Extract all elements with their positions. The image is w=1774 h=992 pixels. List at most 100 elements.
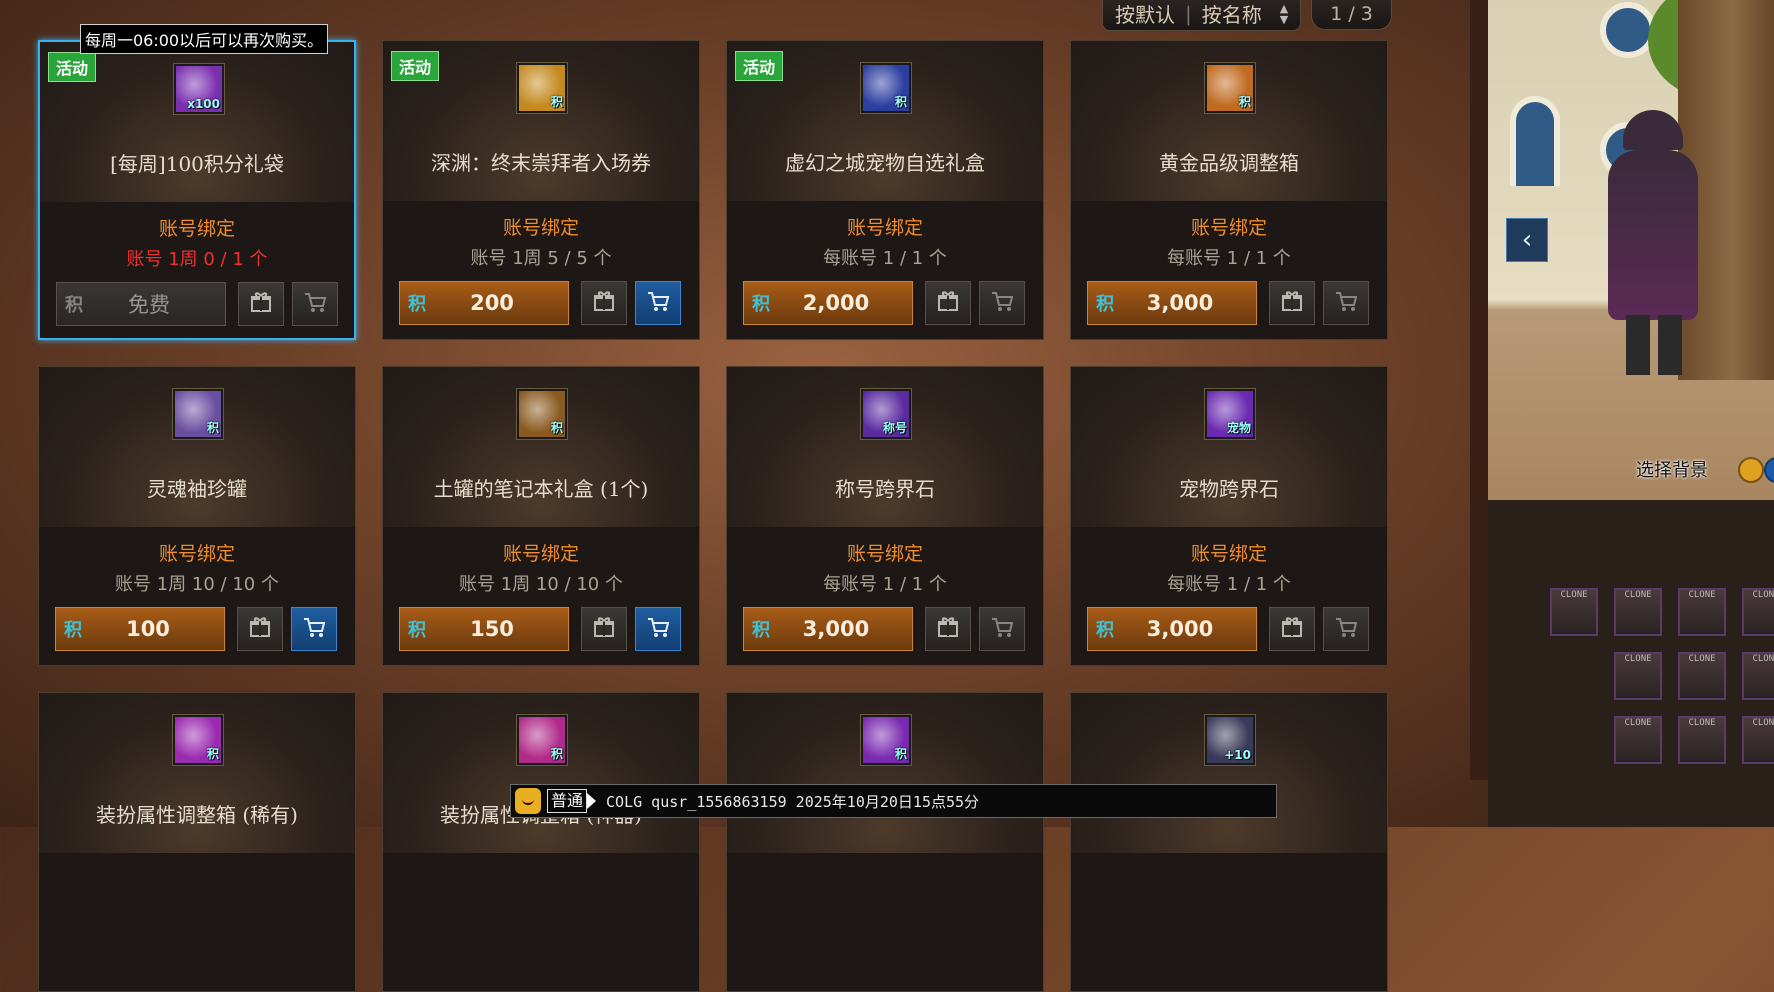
- channel-arrow-icon[interactable]: [587, 793, 597, 809]
- avatar-slot[interactable]: CLONE: [1742, 588, 1774, 636]
- background-option-gold[interactable]: [1738, 457, 1764, 483]
- event-badge: 活动: [48, 52, 97, 82]
- price-amount: 100: [126, 617, 170, 641]
- card-body: [1071, 853, 1387, 991]
- shop-item-card[interactable]: 称号 称号跨界石 账号绑定 每账号 1 / 1 个积 3,000: [726, 366, 1044, 666]
- price-amount: 3,000: [802, 617, 870, 641]
- shop-item-card[interactable]: 积装扮属性调整箱 (稀有): [38, 692, 356, 992]
- price-button[interactable]: 积 3,000: [1087, 607, 1257, 651]
- price-button[interactable]: 积 免费: [56, 282, 226, 326]
- item-icon[interactable]: 积: [173, 715, 223, 765]
- avatar-slot[interactable]: CLONE: [1678, 652, 1726, 700]
- gift-button[interactable]: [581, 281, 627, 325]
- add-to-cart-button[interactable]: [635, 607, 681, 651]
- gift-icon: [248, 289, 274, 319]
- avatar-slot[interactable]: CLONE: [1678, 588, 1726, 636]
- add-to-cart-button[interactable]: [291, 607, 337, 651]
- gift-button[interactable]: [925, 607, 971, 651]
- shop-item-card[interactable]: 活动积虚幻之城宠物自选礼盒 账号绑定 每账号 1 / 1 个积 2,000: [726, 40, 1044, 340]
- gift-button[interactable]: [1269, 607, 1315, 651]
- chat-message: COLG qusr_1556863159 2025年10月20日15点55分: [606, 792, 980, 811]
- currency-icon: 积: [408, 294, 426, 315]
- shop-item-card[interactable]: 积黄金品级调整箱 账号绑定 每账号 1 / 1 个积 3,000: [1070, 40, 1388, 340]
- item-icon[interactable]: 积: [517, 389, 567, 439]
- event-badge: 活动: [391, 51, 440, 81]
- price-button[interactable]: 积 3,000: [1087, 281, 1257, 325]
- item-icon-tag: 积: [550, 747, 563, 761]
- clone-label: CLONE: [1624, 590, 1652, 600]
- emoji-icon[interactable]: [515, 788, 541, 814]
- bind-type: 账号绑定: [1190, 217, 1267, 239]
- avatar-slot[interactable]: CLONE: [1614, 588, 1662, 636]
- add-to-cart-button[interactable]: [979, 607, 1025, 651]
- gift-button[interactable]: [238, 282, 284, 326]
- shop-item-card[interactable]: 积: [726, 692, 1044, 992]
- item-icon[interactable]: 积: [861, 63, 911, 113]
- avatar-slot[interactable]: CLONE: [1614, 716, 1662, 764]
- bind-type: 账号绑定: [502, 217, 579, 239]
- gift-icon: [935, 614, 961, 644]
- add-to-cart-button[interactable]: [635, 281, 681, 325]
- sort-selector[interactable]: 按默认 | 按名称 ▲ ▼: [1102, 0, 1302, 31]
- cart-icon: [1333, 614, 1359, 644]
- avatar-slot[interactable]: CLONE: [1614, 652, 1662, 700]
- character-avatar: [1598, 110, 1708, 380]
- price-amount: 免费: [128, 293, 170, 317]
- shop-item-card[interactable]: 活动 x100 [每周]100积分礼袋 账号绑定 账号 1周 0 / 1 个积 免费: [38, 40, 356, 340]
- clone-label: CLONE: [1752, 654, 1774, 664]
- cart-icon: [302, 289, 328, 319]
- background-select-label: 选择背景: [1636, 460, 1708, 481]
- avatar-slot[interactable]: CLONE: [1550, 588, 1598, 636]
- item-name: 黄金品级调整箱: [1159, 151, 1299, 175]
- item-icon[interactable]: 积: [517, 715, 567, 765]
- item-icon-tag: 积: [206, 747, 219, 761]
- item-name: 虚幻之城宠物自选礼盒: [785, 151, 985, 175]
- shop-item-card[interactable]: 积灵魂袖珍罐 账号绑定 账号 1周 10 / 10 个积 100: [38, 366, 356, 666]
- item-name: 土罐的笔记本礼盒 (1个): [433, 477, 649, 501]
- sort-name-option[interactable]: 按名称: [1202, 0, 1262, 28]
- price-button[interactable]: 积 2,000: [743, 281, 913, 325]
- add-to-cart-button[interactable]: [1323, 281, 1369, 325]
- sort-separator: |: [1185, 1, 1192, 26]
- sort-arrows-icon[interactable]: ▲ ▼: [1280, 3, 1288, 25]
- item-name: 灵魂袖珍罐: [147, 477, 247, 501]
- add-to-cart-button[interactable]: [979, 281, 1025, 325]
- collapse-left-button[interactable]: ‹: [1506, 218, 1548, 262]
- gift-button[interactable]: [237, 607, 283, 651]
- bind-type: 账号绑定: [846, 543, 923, 565]
- purchase-limit: 每账号 1 / 1 个: [1167, 574, 1291, 595]
- avatar-slot[interactable]: CLONE: [1742, 716, 1774, 764]
- gift-button[interactable]: [581, 607, 627, 651]
- price-button[interactable]: 积 150: [399, 607, 569, 651]
- item-name: 深渊：终末崇拜者入场券: [431, 151, 651, 175]
- item-icon[interactable]: 积: [173, 389, 223, 439]
- item-icon[interactable]: 积: [517, 63, 567, 113]
- add-to-cart-button[interactable]: [292, 282, 338, 326]
- gift-button[interactable]: [925, 281, 971, 325]
- item-icon[interactable]: 积: [861, 715, 911, 765]
- gift-button[interactable]: [1269, 281, 1315, 325]
- add-to-cart-button[interactable]: [1323, 607, 1369, 651]
- avatar-slot[interactable]: CLONE: [1742, 652, 1774, 700]
- chat-bar[interactable]: 普通 COLG qusr_1556863159 2025年10月20日15点55…: [510, 784, 1277, 818]
- gift-icon: [247, 614, 273, 644]
- item-icon[interactable]: 称号: [861, 389, 911, 439]
- price-button[interactable]: 积 100: [55, 607, 225, 651]
- sort-default-option[interactable]: 按默认: [1115, 0, 1175, 28]
- price-button[interactable]: 积 3,000: [743, 607, 913, 651]
- chat-channel[interactable]: 普通: [547, 789, 588, 813]
- shop-item-card[interactable]: +10: [1070, 692, 1388, 992]
- shop-item-card[interactable]: 积土罐的笔记本礼盒 (1个) 账号绑定 账号 1周 10 / 10 个积 150: [382, 366, 700, 666]
- shop-item-card[interactable]: 宠物 宠物跨界石 账号绑定 每账号 1 / 1 个积 3,000: [1070, 366, 1388, 666]
- item-icon[interactable]: 积: [1205, 63, 1255, 113]
- item-icon[interactable]: x100: [174, 64, 224, 114]
- cart-icon: [989, 288, 1015, 318]
- item-icon[interactable]: +10: [1205, 715, 1255, 765]
- background-option-blue[interactable]: [1764, 457, 1774, 483]
- item-icon[interactable]: 宠物: [1205, 389, 1255, 439]
- shop-item-card[interactable]: 活动积深渊：终末崇拜者入场券 账号绑定 账号 1周 5 / 5 个积 200: [382, 40, 700, 340]
- avatar-slot[interactable]: CLONE: [1678, 716, 1726, 764]
- price-button[interactable]: 积 200: [399, 281, 569, 325]
- shop-item-card[interactable]: 积装扮属性调整箱 (神器): [382, 692, 700, 992]
- currency-icon: 积: [752, 294, 770, 315]
